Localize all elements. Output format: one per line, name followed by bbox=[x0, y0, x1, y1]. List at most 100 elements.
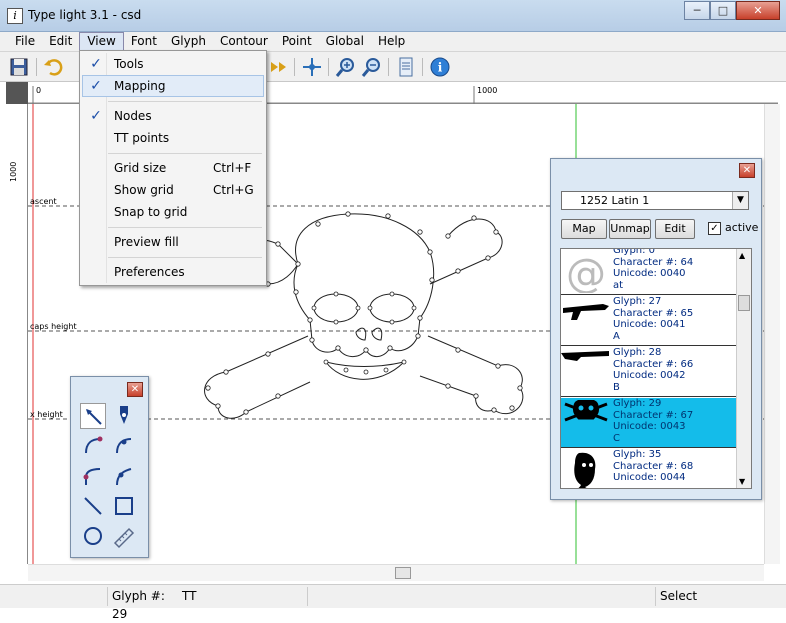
line-tool-icon[interactable] bbox=[80, 493, 106, 519]
menu-edit[interactable]: Edit bbox=[42, 32, 79, 51]
glyph-unicode: Unicode: 0040 bbox=[613, 268, 686, 279]
window-title: Type light 3.1 - csd bbox=[28, 8, 142, 22]
document-icon[interactable] bbox=[395, 56, 417, 78]
scroll-up-icon[interactable]: ▲ bbox=[739, 251, 745, 260]
map-button[interactable]: Map bbox=[561, 219, 607, 239]
menu-help[interactable]: Help bbox=[371, 32, 412, 51]
glyph-character: Character #: 68 bbox=[613, 460, 694, 472]
menu-item-label: Preferences bbox=[114, 265, 185, 279]
guide-label-caps-height: caps height bbox=[30, 322, 77, 331]
glyph-name: C bbox=[613, 432, 620, 444]
gun-glyph-thumbnail bbox=[561, 351, 609, 361]
smooth-point-icon[interactable] bbox=[111, 433, 137, 459]
menu-item-label: TT points bbox=[114, 131, 170, 145]
menu-item-preferences[interactable]: Preferences bbox=[82, 261, 264, 283]
fast-forward-icon[interactable] bbox=[268, 56, 290, 78]
status-cell-blank bbox=[310, 587, 656, 606]
glyph-list-item-selected[interactable]: Glyph: 29 Character #: 67 Unicode: 0043 … bbox=[561, 398, 736, 448]
glyph-info: Glyph: 0 Character #: 64 Unicode: 0040 a… bbox=[613, 249, 693, 291]
move-icon[interactable] bbox=[301, 56, 323, 78]
pen-tool-icon[interactable] bbox=[111, 403, 137, 429]
horizontal-scroll-thumb[interactable] bbox=[395, 567, 411, 579]
glyph-list-scrollbar[interactable]: ▲ ▼ bbox=[736, 249, 751, 488]
measure-tool-icon[interactable] bbox=[111, 523, 137, 549]
edit-button[interactable]: Edit bbox=[655, 219, 695, 239]
vertical-ruler: 1000 bbox=[6, 104, 28, 564]
skull-glyph-thumbnail bbox=[564, 400, 608, 422]
glyph-character: Character #: 66 bbox=[613, 358, 694, 370]
corner-point-icon[interactable] bbox=[80, 463, 106, 489]
menu-item-snap-to-grid[interactable]: Snap to grid bbox=[82, 201, 264, 223]
minimize-button[interactable]: ─ bbox=[684, 1, 710, 20]
active-checkbox[interactable]: ✓ bbox=[708, 222, 721, 235]
glyph-list-scroll-thumb[interactable] bbox=[738, 295, 750, 311]
menu-font[interactable]: Font bbox=[124, 32, 164, 51]
rectangle-tool-icon[interactable] bbox=[111, 493, 137, 519]
menu-bar: File Edit View Font Glyph Contour Point … bbox=[0, 32, 786, 52]
chevron-down-icon[interactable]: ▼ bbox=[732, 192, 748, 209]
tangent-point-icon[interactable] bbox=[111, 463, 137, 489]
menu-item-grid-size[interactable]: Grid size Ctrl+F bbox=[82, 157, 264, 179]
info-icon[interactable]: i bbox=[429, 56, 451, 78]
close-button[interactable]: ✕ bbox=[736, 1, 780, 20]
head-glyph-thumbnail bbox=[574, 452, 596, 488]
menu-item-tt-points[interactable]: TT points bbox=[82, 127, 264, 149]
curve-point-icon[interactable] bbox=[80, 433, 106, 459]
menu-item-show-grid[interactable]: Show grid Ctrl+G bbox=[82, 179, 264, 201]
glyph-info: Glyph: 35 Character #: 68 Unicode: 0044 bbox=[613, 449, 693, 484]
glyph-info: Glyph: 28 Character #: 66 Unicode: 0042 … bbox=[613, 347, 693, 393]
glyph-index: Glyph: 28 bbox=[613, 347, 662, 358]
glyph-list[interactable]: @ Glyph: 0 Character #: 64 Unicode: 0040… bbox=[560, 248, 752, 489]
app-icon: i bbox=[7, 8, 23, 24]
window-controls: ─ □ ✕ bbox=[684, 1, 780, 20]
menu-point[interactable]: Point bbox=[275, 32, 319, 51]
title-bar: i Type light 3.1 - csd ─ □ ✕ bbox=[0, 0, 786, 32]
check-icon: ✓ bbox=[90, 108, 102, 124]
guide-label-ascent: ascent bbox=[30, 197, 57, 206]
glyph-index: Glyph: 29 bbox=[613, 398, 662, 409]
mapping-close-button[interactable]: ✕ bbox=[739, 163, 755, 178]
menu-item-label: Preview fill bbox=[114, 235, 179, 249]
glyph-list-item[interactable]: Glyph: 28 Character #: 66 Unicode: 0042 … bbox=[561, 347, 736, 397]
rifle-glyph-thumbnail bbox=[563, 304, 609, 320]
horizontal-scrollbar[interactable] bbox=[28, 564, 764, 581]
vruler-mark-1000: 1000 bbox=[9, 161, 18, 182]
guide-label-x-height: x height bbox=[30, 410, 63, 419]
glyph-name: A bbox=[613, 330, 620, 342]
ruler-corner bbox=[6, 82, 28, 104]
scroll-down-icon[interactable]: ▼ bbox=[739, 477, 745, 486]
glyph-list-item[interactable]: Glyph: 27 Character #: 65 Unicode: 0041 … bbox=[561, 296, 736, 346]
glyph-list-item[interactable]: Glyph: 35 Character #: 68 Unicode: 0044 bbox=[561, 449, 736, 488]
menu-contour[interactable]: Contour bbox=[213, 32, 275, 51]
maximize-button[interactable]: □ bbox=[710, 1, 736, 20]
menu-item-tools[interactable]: ✓ Tools bbox=[82, 53, 264, 75]
menu-item-mapping[interactable]: ✓ Mapping bbox=[82, 75, 264, 97]
save-icon[interactable] bbox=[8, 56, 30, 78]
select-tool-icon[interactable] bbox=[80, 403, 106, 429]
vertical-scrollbar[interactable] bbox=[764, 104, 780, 564]
status-glyph-number: Glyph #: 29 bbox=[112, 589, 165, 621]
menu-glyph[interactable]: Glyph bbox=[164, 32, 213, 51]
menu-view[interactable]: View bbox=[79, 32, 124, 51]
tools-close-button[interactable]: ✕ bbox=[127, 382, 143, 397]
view-menu-dropdown: ✓ Tools ✓ Mapping ✓ Nodes TT points Grid… bbox=[79, 50, 267, 286]
at-glyph-thumbnail: @ bbox=[566, 251, 606, 293]
ellipse-tool-icon[interactable] bbox=[80, 523, 106, 549]
menu-global[interactable]: Global bbox=[319, 32, 371, 51]
menu-file[interactable]: File bbox=[8, 32, 42, 51]
menu-item-label: Grid size bbox=[114, 161, 167, 175]
glyph-info: Glyph: 27 Character #: 65 Unicode: 0041 … bbox=[613, 296, 693, 342]
unmap-button[interactable]: Unmap bbox=[609, 219, 651, 239]
menu-item-shortcut: Ctrl+G bbox=[213, 183, 254, 197]
codepage-select[interactable]: 1252 Latin 1 ▼ bbox=[561, 191, 749, 210]
menu-item-label: Mapping bbox=[114, 79, 166, 93]
undo-icon[interactable] bbox=[42, 56, 64, 78]
glyph-list-item[interactable]: @ Glyph: 0 Character #: 64 Unicode: 0040… bbox=[561, 249, 736, 295]
svg-text:@: @ bbox=[566, 251, 606, 293]
menu-item-preview-fill[interactable]: Preview fill bbox=[82, 231, 264, 253]
glyph-index: Glyph: 35 bbox=[613, 449, 662, 460]
ruler-mark-0: 0 bbox=[36, 86, 42, 95]
zoom-in-icon[interactable] bbox=[335, 56, 357, 78]
zoom-out-icon[interactable] bbox=[361, 56, 383, 78]
menu-item-nodes[interactable]: ✓ Nodes bbox=[82, 105, 264, 127]
